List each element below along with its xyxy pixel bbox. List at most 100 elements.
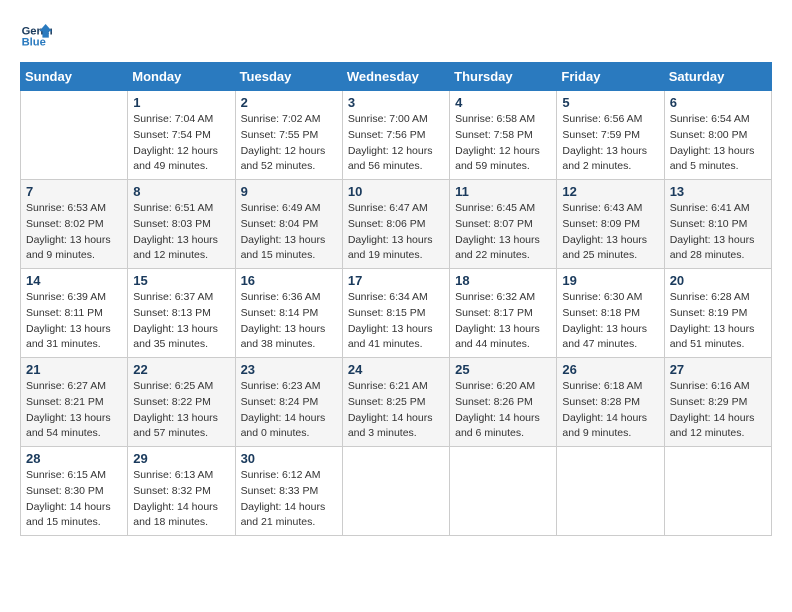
weekday-header-thursday: Thursday	[450, 63, 557, 91]
day-number: 5	[562, 95, 658, 110]
day-info: Sunrise: 6:34 AM Sunset: 8:15 PM Dayligh…	[348, 290, 444, 353]
calendar-cell: 23 Sunrise: 6:23 AM Sunset: 8:24 PM Dayli…	[235, 358, 342, 447]
weekday-row: SundayMondayTuesdayWednesdayThursdayFrid…	[21, 63, 772, 91]
day-number: 17	[348, 273, 444, 288]
day-info: Sunrise: 6:27 AM Sunset: 8:21 PM Dayligh…	[26, 379, 122, 442]
calendar-cell: 4 Sunrise: 6:58 AM Sunset: 7:58 PM Daylig…	[450, 91, 557, 180]
weekday-header-sunday: Sunday	[21, 63, 128, 91]
day-info: Sunrise: 6:15 AM Sunset: 8:30 PM Dayligh…	[26, 468, 122, 531]
calendar-table: SundayMondayTuesdayWednesdayThursdayFrid…	[20, 62, 772, 536]
day-info: Sunrise: 6:21 AM Sunset: 8:25 PM Dayligh…	[348, 379, 444, 442]
calendar-cell: 16 Sunrise: 6:36 AM Sunset: 8:14 PM Dayli…	[235, 269, 342, 358]
day-number: 7	[26, 184, 122, 199]
day-info: Sunrise: 6:58 AM Sunset: 7:58 PM Dayligh…	[455, 112, 551, 175]
day-number: 28	[26, 451, 122, 466]
day-number: 6	[670, 95, 766, 110]
day-info: Sunrise: 6:39 AM Sunset: 8:11 PM Dayligh…	[26, 290, 122, 353]
day-info: Sunrise: 6:49 AM Sunset: 8:04 PM Dayligh…	[241, 201, 337, 264]
day-info: Sunrise: 6:12 AM Sunset: 8:33 PM Dayligh…	[241, 468, 337, 531]
day-info: Sunrise: 7:00 AM Sunset: 7:56 PM Dayligh…	[348, 112, 444, 175]
day-info: Sunrise: 6:32 AM Sunset: 8:17 PM Dayligh…	[455, 290, 551, 353]
day-info: Sunrise: 6:23 AM Sunset: 8:24 PM Dayligh…	[241, 379, 337, 442]
day-number: 12	[562, 184, 658, 199]
calendar-cell: 28 Sunrise: 6:15 AM Sunset: 8:30 PM Dayli…	[21, 447, 128, 536]
day-info: Sunrise: 6:25 AM Sunset: 8:22 PM Dayligh…	[133, 379, 229, 442]
weekday-header-monday: Monday	[128, 63, 235, 91]
calendar-cell: 15 Sunrise: 6:37 AM Sunset: 8:13 PM Dayli…	[128, 269, 235, 358]
day-number: 30	[241, 451, 337, 466]
day-number: 23	[241, 362, 337, 377]
day-info: Sunrise: 6:53 AM Sunset: 8:02 PM Dayligh…	[26, 201, 122, 264]
calendar-cell: 9Sunrise: 6:49 AM Sunset: 8:04 PM Daylig…	[235, 180, 342, 269]
day-number: 15	[133, 273, 229, 288]
calendar-week-3: 14 Sunrise: 6:39 AM Sunset: 8:11 PM Dayli…	[21, 269, 772, 358]
calendar-cell: 1 Sunrise: 7:04 AM Sunset: 7:54 PM Daylig…	[128, 91, 235, 180]
calendar-cell: 19 Sunrise: 6:30 AM Sunset: 8:18 PM Dayli…	[557, 269, 664, 358]
calendar-cell: 27 Sunrise: 6:16 AM Sunset: 8:29 PM Dayli…	[664, 358, 771, 447]
day-number: 24	[348, 362, 444, 377]
weekday-header-wednesday: Wednesday	[342, 63, 449, 91]
weekday-header-tuesday: Tuesday	[235, 63, 342, 91]
calendar-body: 1 Sunrise: 7:04 AM Sunset: 7:54 PM Daylig…	[21, 91, 772, 536]
calendar-cell: 18 Sunrise: 6:32 AM Sunset: 8:17 PM Dayli…	[450, 269, 557, 358]
calendar-cell	[664, 447, 771, 536]
calendar-cell: 11 Sunrise: 6:45 AM Sunset: 8:07 PM Dayli…	[450, 180, 557, 269]
calendar-cell: 7 Sunrise: 6:53 AM Sunset: 8:02 PM Daylig…	[21, 180, 128, 269]
day-info: Sunrise: 7:02 AM Sunset: 7:55 PM Dayligh…	[241, 112, 337, 175]
calendar-cell: 14 Sunrise: 6:39 AM Sunset: 8:11 PM Dayli…	[21, 269, 128, 358]
day-info: Sunrise: 6:16 AM Sunset: 8:29 PM Dayligh…	[670, 379, 766, 442]
calendar-cell: 30 Sunrise: 6:12 AM Sunset: 8:33 PM Dayli…	[235, 447, 342, 536]
day-info: Sunrise: 6:45 AM Sunset: 8:07 PM Dayligh…	[455, 201, 551, 264]
calendar-week-5: 28 Sunrise: 6:15 AM Sunset: 8:30 PM Dayli…	[21, 447, 772, 536]
day-number: 13	[670, 184, 766, 199]
day-info: Sunrise: 6:37 AM Sunset: 8:13 PM Dayligh…	[133, 290, 229, 353]
day-number: 3	[348, 95, 444, 110]
calendar-cell: 25Sunrise: 6:20 AM Sunset: 8:26 PM Dayli…	[450, 358, 557, 447]
day-info: Sunrise: 6:28 AM Sunset: 8:19 PM Dayligh…	[670, 290, 766, 353]
day-info: Sunrise: 6:30 AM Sunset: 8:18 PM Dayligh…	[562, 290, 658, 353]
day-info: Sunrise: 7:04 AM Sunset: 7:54 PM Dayligh…	[133, 112, 229, 175]
calendar-cell	[342, 447, 449, 536]
day-number: 22	[133, 362, 229, 377]
day-number: 2	[241, 95, 337, 110]
calendar-week-1: 1 Sunrise: 7:04 AM Sunset: 7:54 PM Daylig…	[21, 91, 772, 180]
calendar-cell: 29 Sunrise: 6:13 AM Sunset: 8:32 PM Dayli…	[128, 447, 235, 536]
day-info: Sunrise: 6:18 AM Sunset: 8:28 PM Dayligh…	[562, 379, 658, 442]
day-number: 10	[348, 184, 444, 199]
day-number: 1	[133, 95, 229, 110]
day-info: Sunrise: 6:51 AM Sunset: 8:03 PM Dayligh…	[133, 201, 229, 264]
day-info: Sunrise: 6:36 AM Sunset: 8:14 PM Dayligh…	[241, 290, 337, 353]
day-number: 11	[455, 184, 551, 199]
day-info: Sunrise: 6:20 AM Sunset: 8:26 PM Dayligh…	[455, 379, 551, 442]
calendar-cell: 22 Sunrise: 6:25 AM Sunset: 8:22 PM Dayli…	[128, 358, 235, 447]
day-number: 19	[562, 273, 658, 288]
calendar-header: SundayMondayTuesdayWednesdayThursdayFrid…	[21, 63, 772, 91]
page-header: General Blue	[20, 20, 772, 52]
calendar-cell: 12Sunrise: 6:43 AM Sunset: 8:09 PM Dayli…	[557, 180, 664, 269]
calendar-cell	[450, 447, 557, 536]
svg-text:Blue: Blue	[22, 37, 46, 49]
day-info: Sunrise: 6:54 AM Sunset: 8:00 PM Dayligh…	[670, 112, 766, 175]
calendar-cell	[21, 91, 128, 180]
day-number: 18	[455, 273, 551, 288]
logo-icon: General Blue	[20, 20, 52, 52]
day-info: Sunrise: 6:13 AM Sunset: 8:32 PM Dayligh…	[133, 468, 229, 531]
day-info: Sunrise: 6:47 AM Sunset: 8:06 PM Dayligh…	[348, 201, 444, 264]
day-number: 14	[26, 273, 122, 288]
day-number: 27	[670, 362, 766, 377]
calendar-cell: 20 Sunrise: 6:28 AM Sunset: 8:19 PM Dayli…	[664, 269, 771, 358]
day-number: 20	[670, 273, 766, 288]
day-number: 16	[241, 273, 337, 288]
day-number: 29	[133, 451, 229, 466]
calendar-cell: 21Sunrise: 6:27 AM Sunset: 8:21 PM Dayli…	[21, 358, 128, 447]
calendar-cell: 6 Sunrise: 6:54 AM Sunset: 8:00 PM Daylig…	[664, 91, 771, 180]
calendar-week-4: 21Sunrise: 6:27 AM Sunset: 8:21 PM Dayli…	[21, 358, 772, 447]
calendar-cell: 5Sunrise: 6:56 AM Sunset: 7:59 PM Daylig…	[557, 91, 664, 180]
calendar-cell: 26Sunrise: 6:18 AM Sunset: 8:28 PM Dayli…	[557, 358, 664, 447]
day-info: Sunrise: 6:41 AM Sunset: 8:10 PM Dayligh…	[670, 201, 766, 264]
weekday-header-friday: Friday	[557, 63, 664, 91]
day-number: 4	[455, 95, 551, 110]
calendar-cell: 8Sunrise: 6:51 AM Sunset: 8:03 PM Daylig…	[128, 180, 235, 269]
calendar-week-2: 7 Sunrise: 6:53 AM Sunset: 8:02 PM Daylig…	[21, 180, 772, 269]
calendar-cell: 13 Sunrise: 6:41 AM Sunset: 8:10 PM Dayli…	[664, 180, 771, 269]
